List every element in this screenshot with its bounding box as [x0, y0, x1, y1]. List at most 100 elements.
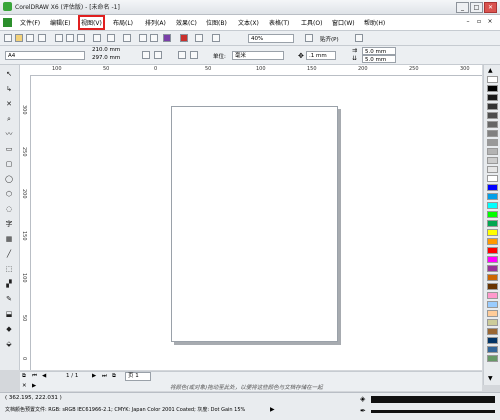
horizontal-ruler[interactable]: 100 50 0 50 100 150 200 250 300 [20, 65, 482, 76]
color-swatch[interactable] [487, 76, 498, 83]
menu-edit[interactable]: 编辑(E) [50, 18, 70, 27]
blend-tool-icon[interactable]: ⬚ [3, 264, 15, 274]
transparency-tool-icon[interactable]: ▞ [3, 279, 15, 289]
export-icon[interactable] [150, 34, 158, 42]
color-swatch[interactable] [487, 238, 498, 245]
doc-close-button[interactable]: × [486, 17, 494, 26]
save-icon[interactable] [26, 34, 34, 42]
add-page-after-icon[interactable]: ⧉ [112, 373, 116, 380]
doc-restore-button[interactable]: ▫ [475, 17, 483, 26]
menu-window[interactable]: 窗口(W) [332, 18, 355, 27]
polygon-tool-icon[interactable]: ⬡ [3, 189, 15, 199]
color-swatch[interactable] [487, 148, 498, 155]
color-swatch[interactable] [487, 94, 498, 101]
crop-tool-icon[interactable]: ✕ [3, 99, 15, 109]
color-swatch[interactable] [487, 310, 498, 317]
snap-to-dropdown[interactable]: 贴齐(P) [320, 35, 339, 43]
menu-help[interactable]: 帮助(H) [364, 18, 385, 27]
next-page-icon[interactable]: ▶ [92, 373, 96, 379]
document-page[interactable] [171, 106, 338, 342]
height-field[interactable]: 297.0 mm [92, 55, 120, 61]
color-swatch[interactable] [487, 184, 498, 191]
menu-view[interactable]: 视图(V) [78, 15, 105, 30]
options-gear-icon[interactable] [355, 34, 363, 42]
previous-page-icon[interactable]: ◀ [42, 373, 46, 379]
color-swatch[interactable] [487, 157, 498, 164]
print-icon[interactable] [38, 34, 46, 42]
table-tool-icon[interactable]: ▦ [3, 234, 15, 244]
color-swatch[interactable] [487, 256, 498, 263]
color-swatch[interactable] [487, 175, 498, 182]
color-swatch[interactable] [487, 220, 498, 227]
welcome-screen-icon[interactable] [195, 34, 203, 42]
color-swatch[interactable] [487, 247, 498, 254]
current-page-icon[interactable] [190, 51, 198, 59]
color-profile-arrow-icon[interactable]: ▶ [270, 406, 275, 413]
palette-scroll-up-icon[interactable]: ▲ [488, 67, 493, 74]
search-content-icon[interactable] [123, 34, 131, 42]
import-icon[interactable] [139, 34, 147, 42]
menu-layout[interactable]: 布局(L) [113, 18, 133, 27]
menu-text[interactable]: 文本(X) [238, 18, 259, 27]
fill-tool-icon[interactable]: ◆ [3, 324, 15, 334]
color-swatch[interactable] [487, 301, 498, 308]
ellipse-tool-icon[interactable]: ◯ [3, 174, 15, 184]
display-mode-icon[interactable] [212, 34, 220, 42]
menu-tools[interactable]: 工具(O) [301, 18, 322, 27]
units-select[interactable]: 毫米 [232, 51, 284, 60]
close-button[interactable]: ✕ [484, 2, 497, 13]
fill-color-swatch[interactable] [371, 396, 495, 403]
open-folder-icon[interactable] [15, 34, 23, 42]
color-swatch[interactable] [487, 130, 498, 137]
color-swatch[interactable] [487, 229, 498, 236]
outline-pen-tool-icon[interactable]: ⬓ [3, 309, 15, 319]
color-swatch[interactable] [487, 139, 498, 146]
connector-tool-icon[interactable]: ╱ [3, 249, 15, 259]
smart-fill-icon[interactable]: ▭ [3, 144, 15, 154]
menu-table[interactable]: 表格(T) [269, 18, 289, 27]
copy-icon[interactable] [66, 34, 74, 42]
full-screen-icon[interactable] [305, 34, 313, 42]
all-pages-icon[interactable] [178, 51, 186, 59]
color-swatch[interactable] [487, 328, 498, 335]
add-page-before-icon[interactable]: ⧉ [22, 373, 26, 380]
color-swatch[interactable] [487, 319, 498, 326]
color-swatch[interactable] [487, 283, 498, 290]
minimize-button[interactable]: _ [456, 2, 469, 13]
paper-size-select[interactable]: A4 [5, 51, 85, 60]
last-page-icon[interactable]: ⏭ [102, 373, 107, 380]
color-swatch[interactable] [487, 85, 498, 92]
doc-minimize-button[interactable]: – [464, 17, 472, 26]
color-swatch[interactable] [487, 265, 498, 272]
shape-tool-icon[interactable]: ↳ [3, 84, 15, 94]
menu-file[interactable]: 文件(F) [20, 18, 40, 27]
cut-icon[interactable] [55, 34, 63, 42]
color-swatch[interactable] [487, 202, 498, 209]
undo-icon[interactable] [93, 34, 101, 42]
outline-color-swatch[interactable] [371, 410, 495, 413]
maximize-button[interactable]: □ [470, 2, 483, 13]
color-swatch[interactable] [487, 292, 498, 299]
color-swatch[interactable] [487, 346, 498, 353]
publish-pdf-icon[interactable] [163, 34, 171, 42]
first-page-icon[interactable]: ⏮ [32, 373, 37, 380]
palette-scroll-down-icon[interactable]: ▼ [488, 375, 493, 382]
color-swatch[interactable] [487, 103, 498, 110]
redo-icon[interactable] [107, 34, 115, 42]
vertical-ruler[interactable]: 300 250 200 150 100 50 0 [20, 75, 31, 370]
paste-icon[interactable] [77, 34, 85, 42]
zoom-tool-icon[interactable]: ⌕ [3, 114, 15, 124]
app-menu-icon[interactable] [3, 18, 12, 27]
color-swatch[interactable] [487, 274, 498, 281]
width-field[interactable]: 210.0 mm [92, 47, 120, 53]
page-tab[interactable]: 页 1 [125, 372, 151, 381]
color-swatch[interactable] [487, 355, 498, 362]
landscape-icon[interactable] [154, 51, 162, 59]
duplicate-distance-y-field[interactable]: 5.0 mm [362, 55, 396, 63]
color-swatch[interactable] [487, 112, 498, 119]
rectangle-tool-icon[interactable]: ▢ [3, 159, 15, 169]
duplicate-distance-x-field[interactable]: 5.0 mm [362, 47, 396, 55]
basic-shapes-icon[interactable]: ◌ [3, 204, 15, 214]
pick-tool-icon[interactable]: ↖ [3, 69, 15, 79]
eyedropper-tool-icon[interactable]: ✎ [3, 294, 15, 304]
